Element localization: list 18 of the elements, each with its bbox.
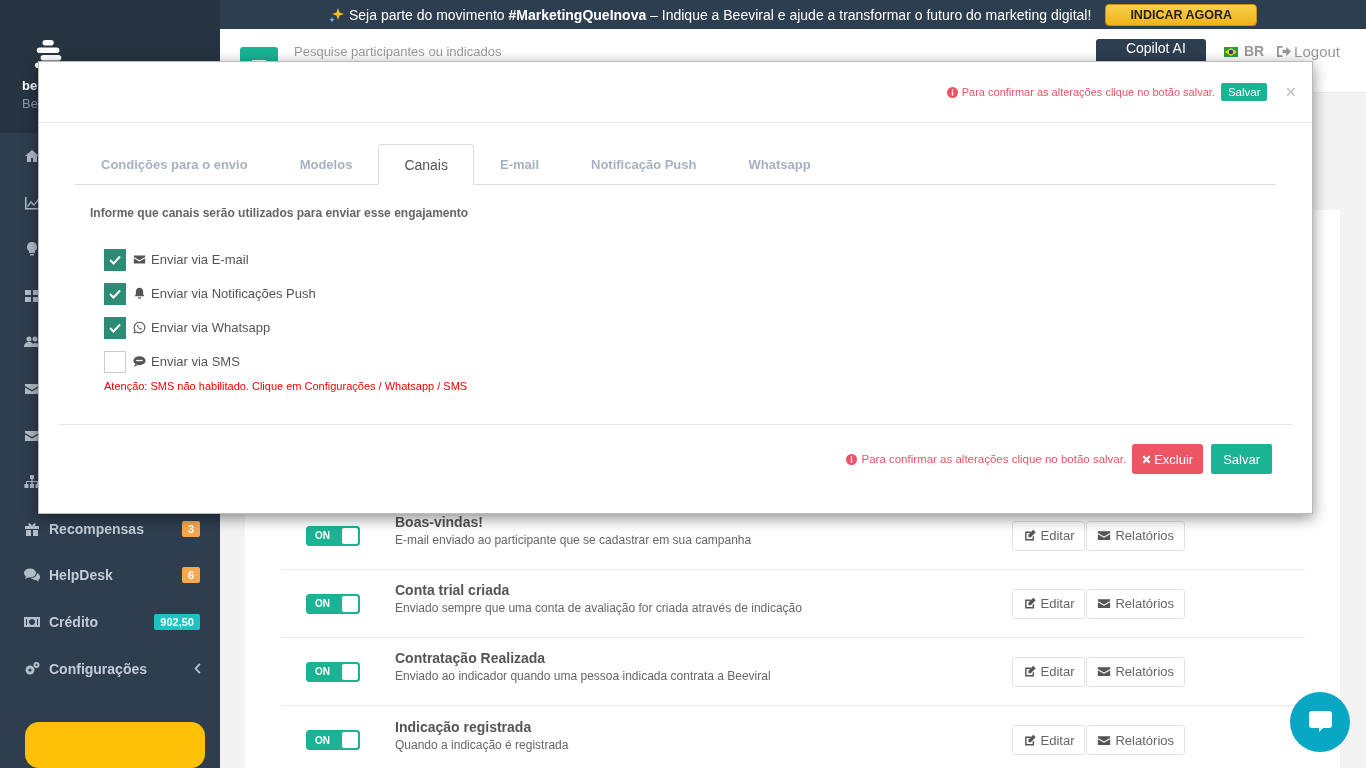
count-badge: 3	[181, 520, 200, 537]
save-notice: Para confirmar as alterações clique no botão salvar.	[861, 453, 1127, 465]
engagement-description: Enviado ao indicador quando uma pessoa indicada contrata a Beeviral	[395, 669, 772, 683]
save-notice: Para confirmar as alterações clique no botão salvar.	[961, 86, 1215, 98]
engagement-description: Quando a indicação é registrada	[395, 737, 570, 752]
engagement-title: Boas-vindas!	[395, 514, 484, 530]
engagement-title: Indicação registrada	[395, 718, 533, 735]
engagement-description: Enviado sempre que uma conta de avaliação for criada através de indicação	[395, 601, 803, 615]
engagement-title: Conta trial criada	[395, 582, 511, 598]
announcement-text: Seja parte do movimento #MarketingQueInova – Indique a Beeviral e ajude a transformar o futuro do marketing digital!	[349, 6, 1092, 23]
user-subtitle: Be	[22, 96, 38, 111]
count-badge: 902,50	[154, 613, 200, 630]
count-badge: 6	[181, 567, 200, 584]
instruction-text: Informe que canais serão utilizados para enviar esse engajamento	[90, 206, 470, 220]
engagement-title: Contratação Realizada	[395, 650, 547, 666]
user-name: be	[22, 78, 38, 93]
engagement-description: E-mail enviado ao participante que se cadastrar em sua campanha	[395, 533, 753, 547]
warning-text: Atenção: SMS não habilitado. Clique em Configurações / Whatsapp / SMS	[104, 380, 469, 392]
